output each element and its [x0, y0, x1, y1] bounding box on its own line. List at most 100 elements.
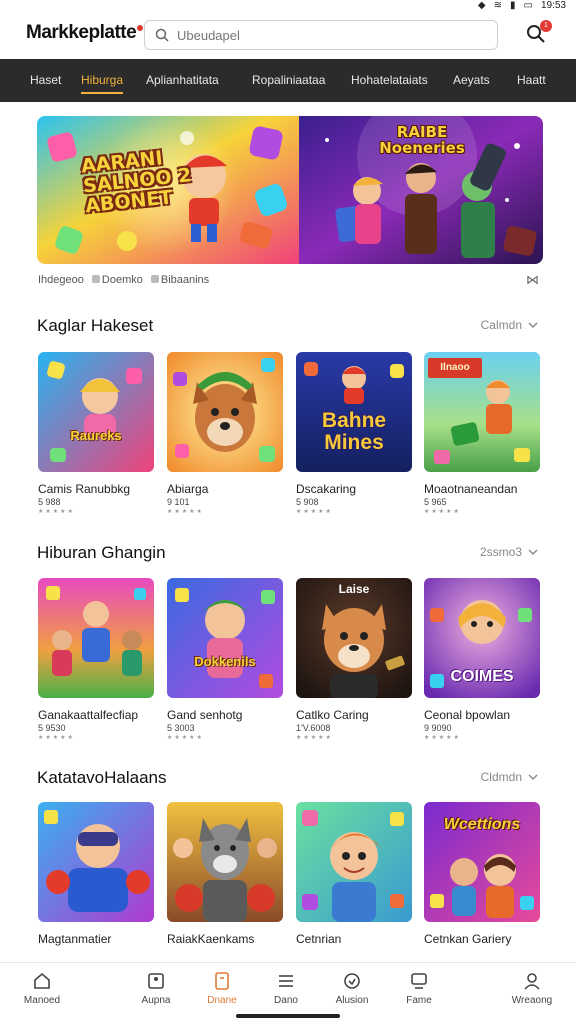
- battery-icon: ▭: [523, 0, 533, 11]
- game-card[interactable]: Abiarga 9 101 ★★★★★: [167, 352, 283, 515]
- chat-icon: [411, 973, 427, 989]
- bottom-nav-favorites[interactable]: Alusion: [320, 971, 384, 1006]
- search-icon: [155, 28, 169, 42]
- game-thumbnail: COIMES: [424, 578, 540, 698]
- game-rating: ★★★★★: [38, 509, 75, 515]
- hero-caption: Ihdegeoo Doemko Bibaanins: [38, 274, 209, 286]
- thumbnail-title: Wcettions: [443, 816, 521, 833]
- profile-icon: [524, 973, 540, 990]
- status-icons: ◆ ≋ ▮ ▭ 19:53: [478, 0, 566, 11]
- game-card[interactable]: COIMES Ceonal bpowlan 9 9090 ★★★★★: [424, 578, 540, 741]
- cart-badge: 1: [540, 20, 552, 32]
- see-all-button[interactable]: 2ssmo3: [480, 545, 538, 559]
- thumbnail-title: Ilnaoo: [440, 362, 470, 373]
- favorites-icon: [344, 973, 360, 989]
- game-thumbnail: Bahne Mines: [296, 352, 412, 472]
- cart-button[interactable]: 1: [524, 20, 552, 48]
- game-thumbnail: [296, 802, 412, 922]
- logo-text: Markkeplatte: [26, 22, 137, 43]
- game-name: Cetnkan Gariery: [424, 932, 512, 946]
- game-card[interactable]: Laise Catlko Caring 1'V.6008 ★★★★★: [296, 578, 412, 741]
- game-card[interactable]: Ganakaattalfecfiap 5 9530 ★★★★★: [38, 578, 154, 741]
- tab-aset[interactable]: Aeyats: [453, 59, 490, 102]
- bottom-nav-chat[interactable]: Fame: [387, 971, 451, 1006]
- thumbnail-title: COIMES: [450, 668, 514, 685]
- home-indicator[interactable]: [236, 1014, 340, 1018]
- bottom-nav-games[interactable]: Dnane: [190, 971, 254, 1006]
- game-card[interactable]: Dokkenils Gand senhotg 5 3003 ★★★★★: [167, 578, 283, 741]
- bottom-nav-label: Manoed: [23, 995, 61, 1006]
- caption-item-text: Bibaanins: [160, 274, 210, 286]
- see-all-button[interactable]: Cldmdn: [481, 770, 538, 784]
- game-name: Camis Ranubbkg: [38, 482, 131, 496]
- game-price: 9 9090: [424, 723, 452, 733]
- thumbnail-title: Raureks: [70, 428, 122, 443]
- game-price: 1'V.6008: [296, 723, 331, 733]
- status-time: 19:53: [540, 0, 566, 11]
- tab-hasil[interactable]: Haatt: [517, 59, 546, 102]
- status-bar: ◆ ≋ ▮ ▭ 19:53: [0, 0, 576, 12]
- game-name: Gand senhotg: [167, 708, 243, 722]
- tab-home[interactable]: Haset: [30, 59, 61, 102]
- game-card[interactable]: Raureks Camis Ranubbkg 5 988 ★★★★★: [38, 352, 154, 515]
- game-rating: ★★★★★: [38, 735, 75, 741]
- game-price: 5 965: [424, 497, 447, 507]
- game-card[interactable]: Wcettions Cetnkan Gariery: [424, 802, 540, 946]
- game-rating: ★★★★★: [167, 509, 204, 515]
- tab-hobi[interactable]: Hohatelataiats: [351, 59, 428, 102]
- game-rating: ★★★★★: [424, 509, 461, 515]
- see-all-button[interactable]: Calmdn: [481, 318, 538, 332]
- app-logo[interactable]: Markkeplatte: [26, 22, 144, 44]
- game-thumbnail: [167, 352, 283, 472]
- logo-dot: [137, 25, 144, 31]
- home-icon: [34, 972, 50, 989]
- game-thumbnail: Wcettions: [424, 802, 540, 922]
- search-input[interactable]: [177, 27, 477, 43]
- apps-icon: [148, 973, 164, 989]
- game-thumbnail: Raureks: [38, 352, 154, 472]
- tab-populer[interactable]: Ropaliniaataa: [252, 59, 325, 102]
- section-title: KatatavoHalaans: [37, 768, 167, 787]
- section-title: Kaglar Hakeset: [37, 316, 154, 335]
- game-rating: ★★★★★: [424, 735, 461, 741]
- bottom-nav-label: Alusion: [335, 995, 369, 1006]
- search-bar[interactable]: [144, 20, 498, 50]
- game-name: Magtanmatier: [38, 932, 112, 946]
- game-card[interactable]: Cetnrian: [296, 802, 412, 946]
- bottom-nav-apps[interactable]: Aupna: [124, 971, 188, 1006]
- game-name: Moaotnaneandan: [424, 482, 518, 496]
- bottom-nav-home[interactable]: Manoed: [10, 971, 74, 1006]
- game-thumbnail: Laise: [296, 578, 412, 698]
- game-price: 9 101: [167, 497, 190, 507]
- wifi-icon: ≋: [493, 0, 502, 11]
- list-icon: [279, 975, 293, 987]
- chevron-down-icon: [528, 548, 538, 555]
- bottom-nav-list[interactable]: Dano: [254, 971, 318, 1006]
- game-name: Cetnrian: [296, 932, 342, 946]
- game-card[interactable]: Ilnaoo Moaotnaneandan 5 965 ★★★★★: [424, 352, 540, 515]
- tab-hiburan[interactable]: Hiburga: [81, 59, 124, 102]
- bottom-nav-profile[interactable]: Wreaong: [500, 971, 564, 1006]
- game-name: RaiakKaenkams: [167, 932, 255, 946]
- section-title: Hiburan Ghangin: [37, 543, 166, 562]
- game-thumbnail: [167, 802, 283, 922]
- hero-banner[interactable]: AARANI SALNOO 2 ABONET RAIBE Noeneries: [37, 116, 543, 264]
- game-name: Dscakaring: [296, 482, 357, 496]
- game-card[interactable]: Magtanmatier: [38, 802, 154, 946]
- caption-bullet: [150, 275, 159, 283]
- game-card[interactable]: RaiakKaenkams: [167, 802, 283, 946]
- chevron-down-icon: [528, 773, 538, 780]
- signal-icon: ▮: [510, 0, 516, 11]
- bottom-nav-label: Dano: [274, 995, 298, 1006]
- see-all-label: Calmdn: [480, 318, 522, 332]
- bottom-nav-label: Dnane: [207, 995, 237, 1006]
- game-price: 5 988: [38, 497, 61, 507]
- expand-icon[interactable]: ⋈: [526, 272, 539, 288]
- caption-item-text: Doemko: [101, 274, 143, 286]
- caption-bullet: [91, 275, 100, 283]
- game-thumbnail: Ilnaoo: [424, 352, 540, 472]
- game-card[interactable]: Bahne Mines Dscakaring 5 908 ★★★★★: [296, 352, 412, 515]
- tab-aplikasi[interactable]: Aplianhatitata: [146, 59, 219, 102]
- thumbnail-title: Laise: [338, 582, 370, 596]
- location-icon: ◆: [477, 0, 486, 11]
